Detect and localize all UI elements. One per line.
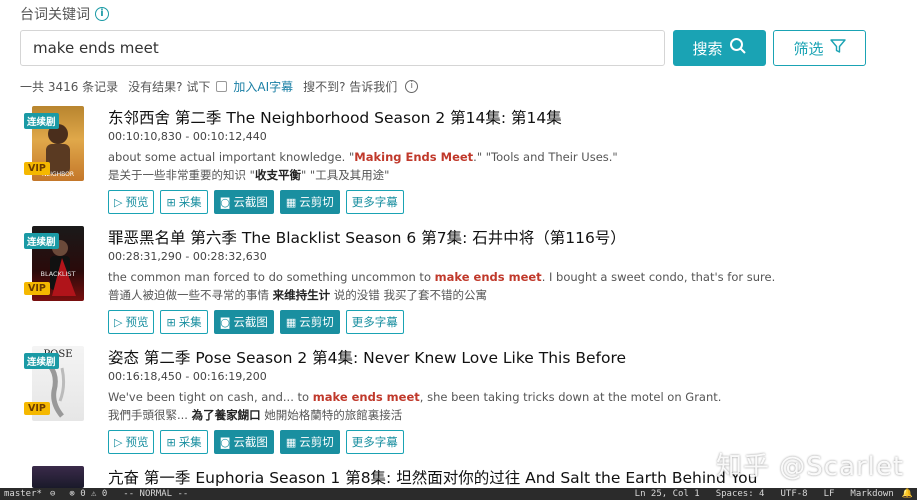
ai-subtitle-checkbox[interactable]	[216, 81, 228, 92]
cursor-position[interactable]: Ln 25, Col 1	[631, 489, 704, 499]
stats-row: 一共 3416 条记录 没有结果? 试下 加入AI字幕 搜不到? 告诉我们 i	[20, 78, 419, 95]
collect-button[interactable]: ⊞ 采集	[160, 310, 208, 334]
watermark: 知乎 @Scarlet	[716, 452, 905, 482]
play-icon: ▷	[114, 195, 123, 209]
cloud-screenshot-button[interactable]: ◙ 云截图	[213, 310, 274, 334]
vip-badge: VIP	[24, 282, 50, 295]
git-branch[interactable]: master*	[0, 489, 46, 499]
result-timecode: 00:28:31,290 - 00:28:32,630	[108, 250, 267, 263]
total-count: 一共 3416 条记录	[20, 80, 119, 94]
vip-badge: VIP	[24, 162, 50, 175]
vim-mode: -- NORMAL --	[123, 489, 189, 499]
result-timecode: 00:10:10,830 - 00:10:12,440	[108, 130, 267, 143]
bell-icon[interactable]: 🔔	[898, 489, 917, 499]
search-button-label: 搜索	[692, 39, 723, 58]
result-chinese-line: 我們手頭很緊... 為了養家餬口 她開始格蘭特的旅館裏接活	[108, 408, 403, 422]
result-chinese-line: 是关于一些非常重要的知识 "收支平衡" "工具及其用途"	[108, 168, 390, 182]
search-icon	[729, 37, 747, 59]
keyword-highlight: Making Ends Meet	[354, 150, 474, 164]
search-input[interactable]	[20, 30, 665, 66]
not-found-link[interactable]: 搜不到? 告诉我们	[303, 78, 397, 95]
play-icon: ▷	[114, 315, 123, 329]
filter-button[interactable]: 筛选	[773, 30, 866, 66]
add-ai-subtitle-link[interactable]: 加入AI字幕	[233, 78, 293, 95]
cloud-screenshot-button[interactable]: ◙ 云截图	[213, 430, 274, 454]
svg-text:BLACKLIST: BLACKLIST	[41, 270, 76, 278]
indentation[interactable]: Spaces: 4	[712, 489, 769, 499]
bookmark-plus-icon: ⊞	[166, 195, 176, 209]
keyword-label: 台词关键词	[20, 7, 90, 23]
cloud-screenshot-button[interactable]: ◙ 云截图	[213, 190, 274, 214]
filter-button-label: 筛选	[793, 39, 824, 58]
sync-icon[interactable]: ⊖	[46, 489, 59, 499]
result-title[interactable]: 姿态 第二季 Pose Season 2 第4集: Never Knew Lov…	[108, 346, 626, 368]
language-mode[interactable]: Markdown	[846, 489, 897, 499]
keyword-highlight: 来维持生计	[272, 288, 331, 302]
more-subtitles-button[interactable]: 更多字幕	[345, 190, 404, 214]
collect-button[interactable]: ⊞ 采集	[160, 430, 208, 454]
result-english-line: about some actual important knowledge. "…	[108, 150, 618, 164]
keyword-highlight: make ends meet	[434, 270, 542, 284]
camera-icon: ◙	[219, 315, 231, 329]
info-icon[interactable]: i	[405, 80, 419, 93]
poster-thumbnail[interactable]	[32, 466, 84, 488]
bookmark-plus-icon: ⊞	[166, 435, 176, 449]
camera-icon: ◙	[219, 435, 231, 449]
film-icon: ▦	[285, 195, 297, 209]
cloud-clip-button[interactable]: ▦ 云剪切	[279, 430, 340, 454]
series-badge: 连续剧	[24, 113, 59, 129]
bookmark-plus-icon: ⊞	[166, 315, 176, 329]
result-title[interactable]: 亢奋 第一季 Euphoria Season 1 第8集: 坦然面对你的过往 A…	[108, 466, 757, 488]
more-subtitles-button[interactable]: 更多字幕	[345, 310, 404, 334]
series-badge: 连续剧	[24, 233, 59, 249]
file-encoding[interactable]: UTF-8	[776, 489, 811, 499]
result-actions: ▷ 预览 ⊞ 采集 ◙ 云截图 ▦ 云剪切 更多字幕	[108, 430, 404, 454]
keyword-highlight: 收支平衡	[254, 168, 301, 182]
keyword-highlight: make ends meet	[312, 390, 420, 404]
result-timecode: 00:16:18,450 - 00:16:19,200	[108, 370, 267, 383]
result-actions: ▷ 预览 ⊞ 采集 ◙ 云截图 ▦ 云剪切 更多字幕	[108, 190, 404, 214]
result-english-line: the common man forced to do something un…	[108, 270, 776, 284]
result-actions: ▷ 预览 ⊞ 采集 ◙ 云截图 ▦ 云剪切 更多字幕	[108, 310, 404, 334]
keyword-highlight: 為了養家餬口	[191, 408, 261, 422]
preview-button[interactable]: ▷ 预览	[108, 310, 155, 334]
cloud-clip-button[interactable]: ▦ 云剪切	[279, 190, 340, 214]
film-icon: ▦	[285, 315, 297, 329]
result-english-line: We've been tight on cash, and... to make…	[108, 390, 722, 404]
more-subtitles-button[interactable]: 更多字幕	[345, 430, 404, 454]
camera-icon: ◙	[219, 195, 231, 209]
no-result-text: 没有结果? 试下	[128, 80, 211, 94]
search-button[interactable]: 搜索	[673, 30, 766, 66]
editor-status-bar: master* ⊖ ⊗ 0 ⚠ 0 -- NORMAL -- Ln 25, Co…	[0, 488, 917, 500]
result-title[interactable]: 罪恶黑名单 第六季 The Blacklist Season 6 第7集: 石井…	[108, 226, 626, 248]
preview-button[interactable]: ▷ 预览	[108, 430, 155, 454]
info-icon[interactable]: i	[95, 7, 109, 21]
result-title[interactable]: 东邻西舍 第二季 The Neighborhood Season 2 第14集:…	[108, 106, 562, 128]
series-badge: 连续剧	[24, 353, 59, 369]
result-chinese-line: 普通人被迫做一些不寻常的事情 来维持生计 说的没错 我买了套不错的公寓	[108, 288, 487, 302]
film-icon: ▦	[285, 435, 297, 449]
line-ending[interactable]: LF	[820, 489, 839, 499]
filter-icon	[829, 38, 846, 58]
play-icon: ▷	[114, 435, 123, 449]
preview-button[interactable]: ▷ 预览	[108, 190, 155, 214]
keyword-label-row: 台词关键词 i	[20, 4, 109, 24]
vip-badge: VIP	[24, 402, 50, 415]
cloud-clip-button[interactable]: ▦ 云剪切	[279, 310, 340, 334]
collect-button[interactable]: ⊞ 采集	[160, 190, 208, 214]
problems-indicator[interactable]: ⊗ 0 ⚠ 0	[65, 489, 111, 499]
